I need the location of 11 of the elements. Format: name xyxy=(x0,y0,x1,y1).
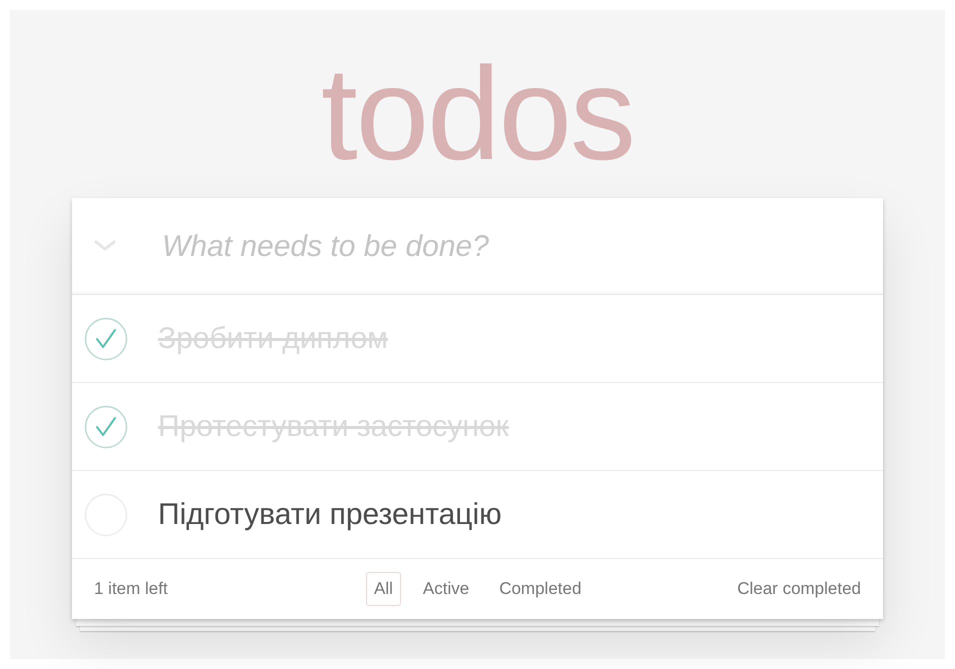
new-todo-field[interactable]: What needs to be done? xyxy=(162,224,883,268)
todo-text: Підготувати презентацію xyxy=(158,497,502,533)
clear-completed-link[interactable]: Clear completed xyxy=(737,576,861,602)
filter-link[interactable]: All xyxy=(366,572,401,606)
items-left-count: 1 item left xyxy=(94,578,169,600)
filter-link[interactable]: Active xyxy=(414,572,478,606)
app-title: todos xyxy=(321,48,634,180)
chevron-down-icon[interactable] xyxy=(94,240,116,252)
filter-link[interactable]: Completed xyxy=(491,572,590,606)
checked-circle-icon[interactable] xyxy=(84,404,128,448)
checked-circle-icon[interactable] xyxy=(84,316,128,360)
